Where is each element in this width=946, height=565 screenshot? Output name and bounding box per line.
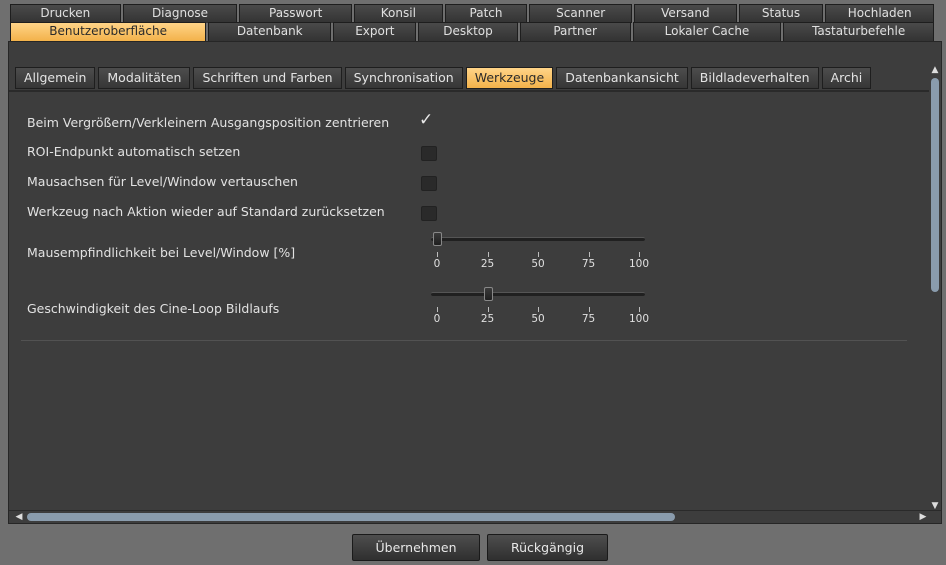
slider-tick-label: 25 (480, 313, 495, 325)
vertical-scrollbar[interactable]: ▲ ▼ (929, 64, 941, 512)
slider-thumb[interactable] (433, 232, 442, 246)
tab-lokaler-cache[interactable]: Lokaler Cache (632, 22, 782, 41)
slider-tick (588, 252, 590, 257)
apply-button[interactable]: Übernehmen (352, 534, 480, 561)
slider-tick-label: 0 (433, 258, 441, 270)
tab-partner[interactable]: Partner (519, 22, 631, 41)
section-divider (21, 340, 907, 341)
slider-tick-label: 50 (531, 258, 545, 270)
slider-tick (487, 252, 489, 257)
slider-tick (437, 252, 438, 257)
reset-tool-label: Werkzeug nach Aktion wieder auf Standard… (27, 204, 385, 219)
tab-scanner[interactable]: Scanner (529, 4, 633, 23)
scroll-right-icon[interactable]: ▶ (917, 511, 929, 523)
reset-tool-checkbox[interactable] (421, 206, 437, 221)
slider-tick (538, 307, 539, 312)
undo-button[interactable]: Rückgängig (487, 534, 608, 561)
tab-drucken[interactable]: Drucken (10, 4, 121, 23)
checkmark-icon: ✓ (419, 110, 434, 130)
slider-ticks: 0 25 50 75 100 (427, 307, 650, 325)
settings-panel: Allgemein Modalitäten Schriften und Farb… (8, 41, 942, 524)
tab-datenbank[interactable]: Datenbank (208, 22, 332, 41)
tab-diagnose[interactable]: Diagnose (122, 4, 238, 23)
swap-mouse-axes-label: Mausachsen für Level/Window vertauschen (27, 174, 298, 189)
tab-status[interactable]: Status (738, 4, 824, 23)
slider-tick-label: 100 (628, 258, 650, 270)
slider-tick (639, 252, 640, 257)
tab-desktop[interactable]: Desktop (418, 22, 518, 41)
vertical-scroll-thumb[interactable] (931, 78, 939, 292)
top-tab-row-2: Benutzeroberfläche Datenbank Export Desk… (10, 22, 936, 41)
horizontal-scroll-thumb[interactable] (27, 513, 675, 521)
scroll-left-icon[interactable]: ◀ (13, 511, 25, 523)
tab-patch[interactable]: Patch (444, 4, 528, 23)
tab-passwort[interactable]: Passwort (239, 4, 353, 23)
mouse-sensitivity-slider[interactable]: 0 25 50 75 100 (427, 232, 650, 270)
slider-tick-label: 25 (480, 258, 495, 270)
horizontal-scrollbar[interactable]: ◀ ▶ (9, 510, 941, 523)
werkzeuge-content: Beim Vergrößern/Verkleinern Ausgangsposi… (9, 42, 929, 512)
slider-tick (437, 307, 438, 312)
slider-tick-label: 0 (433, 313, 441, 325)
slider-tick (487, 307, 489, 312)
roi-endpoint-label: ROI-Endpunkt automatisch setzen (27, 144, 241, 159)
slider-tick-label: 75 (581, 258, 596, 270)
slider-tick (538, 252, 539, 257)
top-tab-row-1: Drucken Diagnose Passwort Konsil Patch S… (10, 4, 936, 23)
cine-speed-label: Geschwindigkeit des Cine-Loop Bildlaufs (27, 301, 280, 316)
slider-tick (588, 307, 590, 312)
tab-export[interactable]: Export (333, 22, 417, 41)
slider-track (431, 237, 645, 241)
tab-tastaturbefehle[interactable]: Tastaturbefehle (783, 22, 934, 41)
tab-versand[interactable]: Versand (634, 4, 737, 23)
mouse-sensitivity-label: Mausempfindlichkeit bei Level/Window [%] (27, 245, 296, 260)
cine-speed-slider[interactable]: 0 25 50 75 100 (427, 287, 650, 325)
tab-hochladen[interactable]: Hochladen (825, 4, 935, 23)
center-zoom-label: Beim Vergrößern/Verkleinern Ausgangsposi… (27, 115, 390, 130)
scroll-up-icon[interactable]: ▲ (929, 64, 941, 76)
tab-konsil[interactable]: Konsil (354, 4, 443, 23)
swap-mouse-axes-checkbox[interactable] (421, 176, 437, 191)
tab-benutzeroberflaeche[interactable]: Benutzeroberfläche (10, 22, 207, 41)
roi-endpoint-checkbox[interactable] (421, 146, 437, 161)
center-zoom-checkbox[interactable]: ✓ (419, 112, 433, 129)
slider-tick-label: 50 (531, 313, 545, 325)
slider-tick-label: 75 (581, 313, 596, 325)
slider-thumb[interactable] (483, 287, 493, 301)
slider-tick (639, 307, 640, 312)
slider-track (431, 292, 645, 296)
slider-tick-label: 100 (628, 313, 650, 325)
slider-ticks: 0 25 50 75 100 (427, 252, 650, 270)
